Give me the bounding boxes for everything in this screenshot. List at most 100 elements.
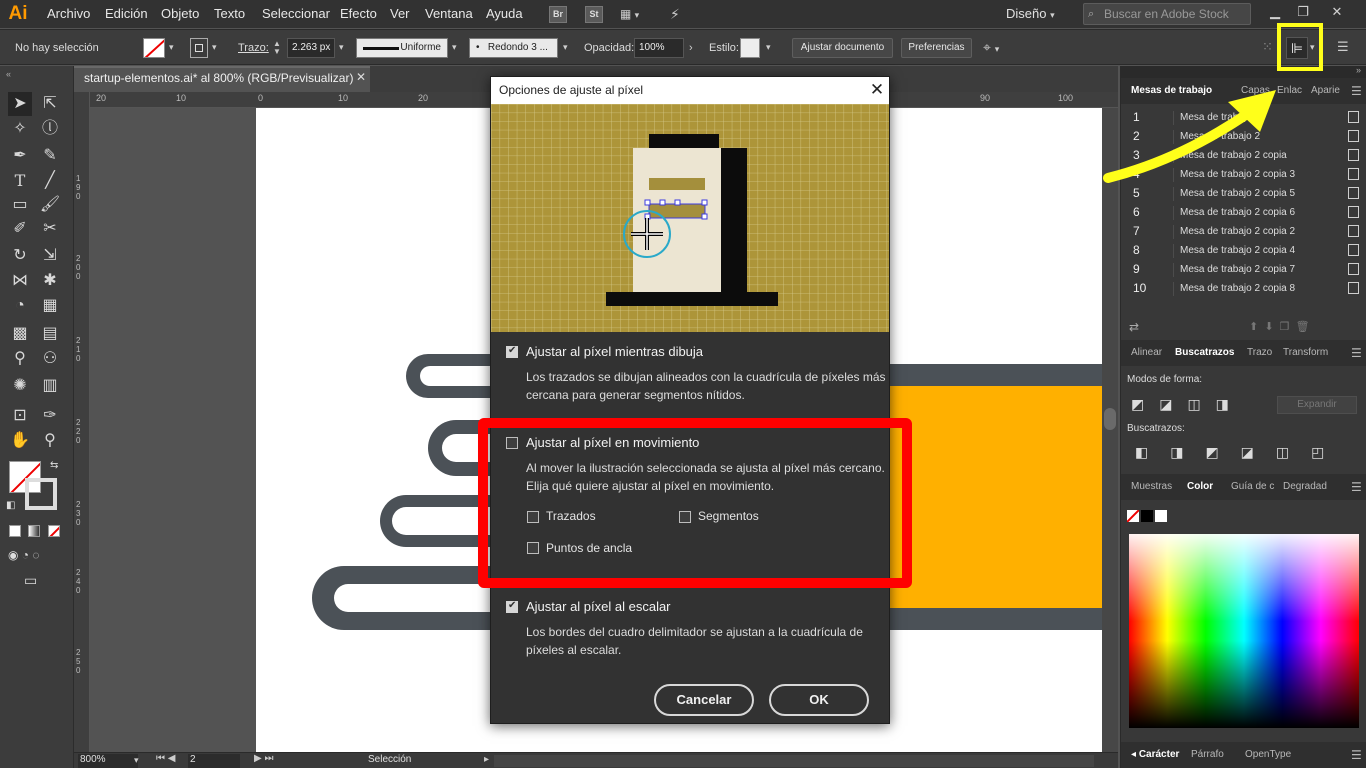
color-white-swatch[interactable] (1155, 510, 1167, 522)
checkbox-anchor-points[interactable] (527, 542, 539, 554)
puppet-warp-tool-icon[interactable]: ✱ (38, 269, 62, 293)
shape-mode-buttons[interactable]: ◩◪◫◨ (1131, 396, 1244, 413)
checkbox-snap-while-drawing[interactable] (506, 345, 518, 358)
stroke-label[interactable]: Trazo: (238, 30, 269, 66)
checkbox-snap-while-moving[interactable] (506, 437, 518, 449)
artboard-options-icon[interactable] (1348, 282, 1359, 294)
ruler-vertical[interactable]: 1 9 0 2 0 0 2 1 0 2 2 0 2 3 0 2 4 0 2 5 … (74, 92, 90, 752)
stock-icon[interactable]: St (585, 6, 603, 23)
artboard-nav-prev-icons[interactable]: ⏮ ◀ (156, 753, 175, 764)
menu-efecto[interactable]: Efecto (340, 0, 377, 28)
artboard-list-item[interactable]: 9 Mesa de trabajo 2 copia 7 (1127, 260, 1363, 279)
artboard-options-icon[interactable] (1348, 263, 1359, 275)
zoom-dropdown-icon[interactable]: ▾ (134, 755, 139, 766)
tab-pathfinder[interactable]: Buscatrazos (1175, 340, 1234, 366)
fill-swatch[interactable] (143, 38, 165, 58)
cancel-button[interactable]: Cancelar (654, 684, 754, 716)
stroke-color-box[interactable] (25, 478, 57, 510)
checkbox-segments[interactable] (679, 511, 691, 523)
artboard-options-icon[interactable] (1348, 149, 1359, 161)
zoom-field[interactable]: 800% (78, 754, 138, 768)
menu-objeto[interactable]: Objeto (161, 0, 199, 28)
menu-ver[interactable]: Ver (390, 0, 410, 28)
hand-tool-icon[interactable]: ✋ (8, 429, 32, 453)
fit-document-button[interactable]: Ajustar documento (792, 38, 893, 58)
scissors-tool-icon[interactable]: ✂ (38, 217, 62, 241)
stroke-profile-dropdown-icon[interactable]: ▾ (452, 42, 457, 53)
rearrange-artboards-icon[interactable]: ⇄ (1129, 320, 1139, 334)
arrange-documents-icon[interactable]: ▦ ▾ (620, 7, 644, 21)
artboard-options-icon[interactable] (1348, 168, 1359, 180)
symbol-sprayer-tool-icon[interactable]: ✺ (8, 374, 32, 398)
default-colors-icon[interactable]: ◧ (6, 500, 15, 511)
brush-dropdown-icon[interactable]: ▾ (563, 42, 568, 53)
tab-transform[interactable]: Transform (1283, 340, 1328, 366)
opacity-expand-icon[interactable]: › (689, 42, 693, 54)
artboard-options-icon[interactable] (1348, 206, 1359, 218)
panel-menu-icon[interactable]: ☰ (1351, 78, 1362, 104)
opacity-label[interactable]: Opacidad: (584, 30, 634, 66)
zoom-tool-icon[interactable]: ⚲ (38, 429, 62, 453)
gradient-mode-icon[interactable] (28, 525, 40, 537)
gradient-tool-icon[interactable]: ▤ (38, 322, 62, 346)
pathfinder-buttons[interactable]: ◧◨◩◪◫◰ (1135, 444, 1346, 461)
opacity-field[interactable]: 100% (634, 38, 684, 58)
none-mode-icon[interactable] (48, 525, 60, 537)
eyedropper-tool-icon[interactable]: ⚲ (8, 347, 32, 371)
artboard-list-item[interactable]: 8 Mesa de trabajo 2 copia 4 (1127, 241, 1363, 260)
artboard-name[interactable]: Mesa de trabajo 2 copia 6 (1173, 206, 1323, 220)
tab-stroke[interactable]: Trazo (1247, 340, 1272, 366)
perspective-grid-tool-icon[interactable]: ▦ (38, 294, 62, 318)
graphic-style-swatch[interactable] (740, 38, 760, 58)
option-snap-while-scaling-label[interactable]: Ajustar al píxel al escalar (526, 599, 671, 614)
artboard-list-item[interactable]: 6 Mesa de trabajo 2 copia 6 (1127, 203, 1363, 222)
screen-mode-icon[interactable]: ▭ (24, 572, 37, 589)
rectangle-tool-icon[interactable]: ▭ (8, 193, 32, 217)
artboard-name[interactable]: Mesa de trabajo 2 copia 8 (1173, 282, 1323, 296)
stroke-dropdown-icon[interactable]: ▾ (212, 42, 217, 53)
shaper-tool-icon[interactable]: ✐ (8, 217, 32, 241)
tab-gradient[interactable]: Degradad (1283, 474, 1327, 500)
status-menu-icon[interactable]: ▸ (484, 754, 489, 765)
snap-to-pixel-dropdown-icon[interactable]: ▾ (1310, 42, 1315, 53)
pixel-grid-icon[interactable]: ⁙ (1262, 39, 1273, 55)
blend-tool-icon[interactable]: ⚇ (38, 347, 62, 371)
stroke-weight-field[interactable]: 2.263 px (287, 38, 335, 58)
artboard-name[interactable]: Mesa de trabajo 2 copia 7 (1173, 263, 1323, 277)
artboard-tool-icon[interactable]: ⊡ (8, 404, 32, 428)
stroke-swatch[interactable] (190, 38, 208, 58)
tab-color[interactable]: Color (1187, 474, 1213, 500)
stroke-weight-dropdown-icon[interactable]: ▾ (339, 42, 344, 53)
tab-align[interactable]: Alinear (1131, 340, 1162, 366)
tab-swatches[interactable]: Muestras (1131, 474, 1172, 500)
workspace-switcher[interactable]: Diseño ▾ (1006, 0, 1055, 28)
minimize-button[interactable]: ▁ (1262, 2, 1288, 22)
width-tool-icon[interactable]: ⋈ (8, 269, 32, 293)
menu-edicion[interactable]: Edición (105, 0, 148, 28)
preferences-button[interactable]: Preferencias (901, 38, 972, 58)
color-none-swatch[interactable] (1127, 510, 1139, 522)
option-snap-while-drawing-label[interactable]: Ajustar al píxel mientras dibuja (526, 344, 703, 359)
transform-icon[interactable]: ⌖ ▾ (983, 39, 999, 56)
menu-texto[interactable]: Texto (214, 0, 245, 28)
fill-dropdown-icon[interactable]: ▾ (169, 42, 174, 53)
mesh-tool-icon[interactable]: ▩ (8, 322, 32, 346)
direct-selection-tool-icon[interactable]: ⇱ (38, 92, 62, 116)
tab-paragraph[interactable]: Párrafo (1191, 742, 1224, 768)
artboard-options-icon[interactable] (1348, 130, 1359, 142)
selection-tool-icon[interactable]: ➤ (8, 92, 32, 116)
panel-menu-icon[interactable]: ☰ (1351, 340, 1362, 366)
option-snap-while-moving-label[interactable]: Ajustar al píxel en movimiento (526, 435, 699, 450)
horizontal-scrollbar[interactable] (494, 755, 1094, 767)
color-mode-icon[interactable] (9, 525, 21, 537)
artboard-name[interactable]: Mesa de trabajo 2 copia 2 (1173, 225, 1323, 239)
snap-to-pixel-icon[interactable]: ⊫ (1286, 37, 1308, 59)
artboard-footer-icons[interactable]: ⬆ ⬇ ❐ 🗑 (1249, 320, 1310, 333)
artboard-name[interactable]: Mesa de trabajo 2 copia 4 (1173, 244, 1323, 258)
artboard-options-icon[interactable] (1348, 225, 1359, 237)
scale-tool-icon[interactable]: ⇲ (38, 244, 62, 268)
tab-appearance[interactable]: Aparie (1311, 78, 1340, 104)
ok-button[interactable]: OK (769, 684, 869, 716)
menu-seleccionar[interactable]: Seleccionar (262, 0, 330, 28)
menu-archivo[interactable]: Archivo (47, 0, 90, 28)
